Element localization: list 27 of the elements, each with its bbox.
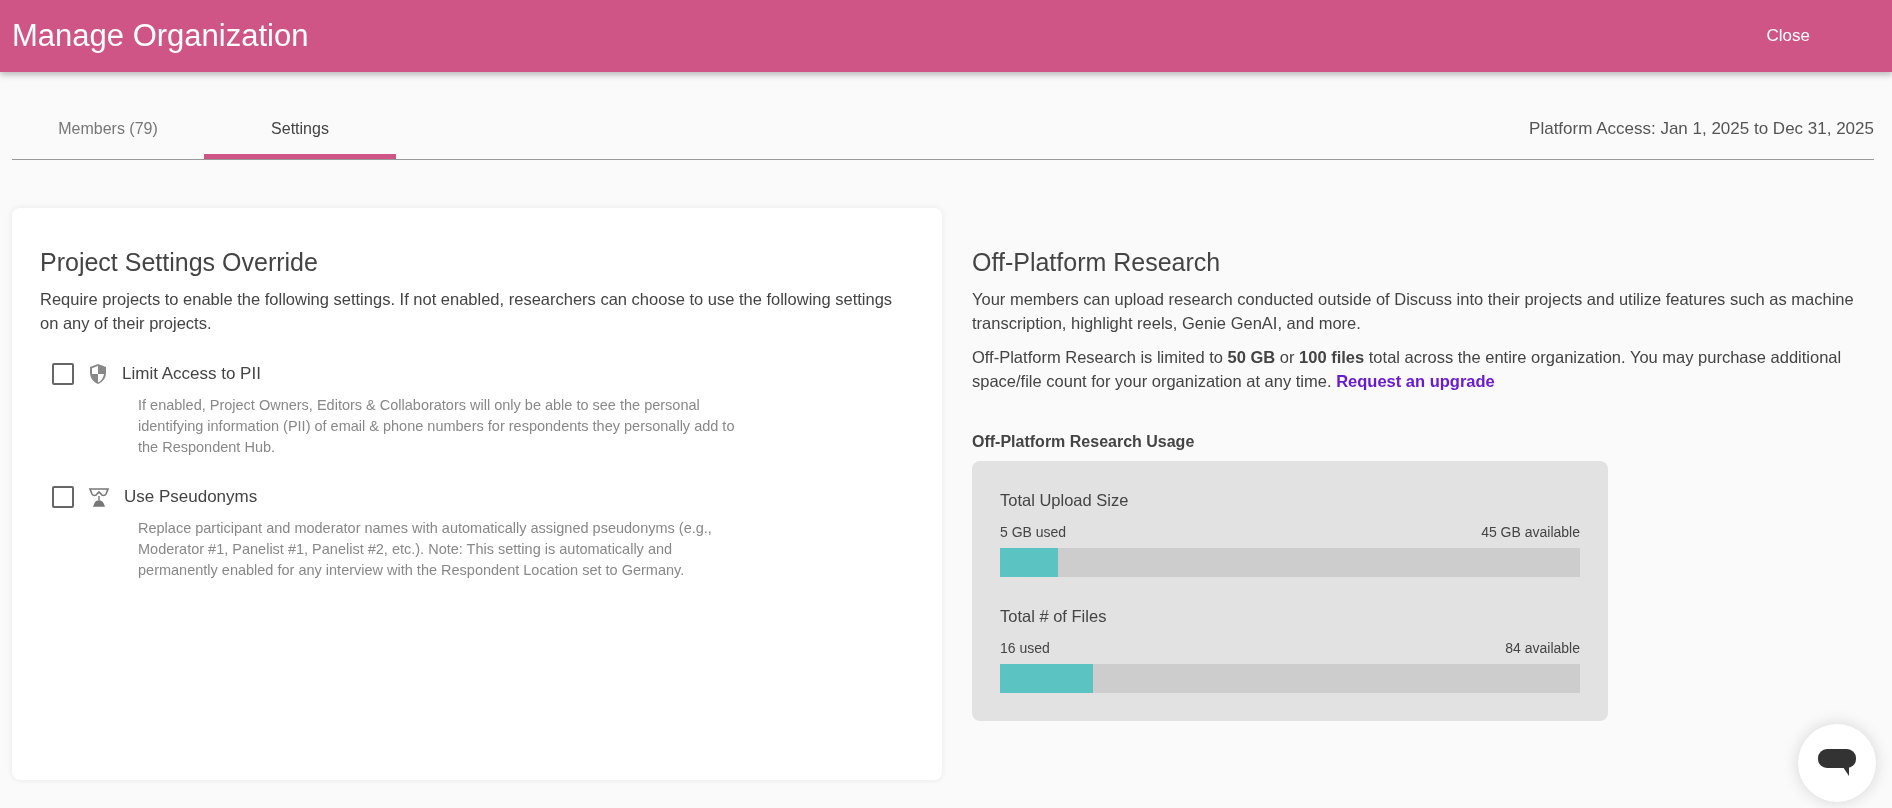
section-title: Project Settings Override [40,248,319,277]
platform-access-text: Platform Access: Jan 1, 2025 to Dec 31, 2025 [1529,119,1874,140]
chat-bubble-icon [1817,748,1857,778]
usage-title: Off-Platform Research Usage [972,433,1196,451]
close-button[interactable]: Close [1756,20,1820,52]
used-text: 5 GB used [1000,524,1067,540]
limit-description: Off-Platform Research is limited to 50 GB or 100 files total across the entire organization. You may purchase additional space/file count for your organization at any time. Request an upgrade [972,347,1843,392]
available-text: 45 GB available [1481,524,1580,540]
section-description: Require projects to enable the following settings. If not enabled, researchers can choose to use the following settings on any of their projects. [40,289,894,334]
section-title: Off-Platform Research [972,248,1222,277]
mask-icon [88,486,110,508]
checkbox[interactable] [52,363,74,385]
meter-label: Total # of Files [1000,607,1108,626]
used-text: 16 used [1000,640,1050,656]
checkbox[interactable] [52,486,74,508]
tab[interactable]: Members (79) [12,110,204,159]
section-description: Your members can upload research conducted outside of Discuss into their projects and utilize features such as machine transcription, highlight reels, Genie GenAI, and more. [972,289,1855,334]
page-title: Manage Organization [12,18,309,54]
option-description: If enabled, Project Owners, Editors & Collaborators will only be able to see the personal identifying information (PII) of email & phone numbers for respondents they personally add to the Respondent Hub. [138,396,736,457]
request-upgrade-link[interactable]: Request an upgrade [1336,372,1495,390]
option-label: Limit Access to PII [122,364,261,384]
shield-icon [88,363,108,385]
tab[interactable]: Settings [204,110,396,159]
option-label: Use Pseudonyms [124,487,258,507]
meter-label: Total Upload Size [1000,491,1130,510]
available-text: 84 available [1505,640,1580,656]
option-description: Replace participant and moderator names with automatically assigned pseudonyms (e.g., Moderator #1, Panelist #1, Panelist #2, etc.). Note: This setting is automatically and permanently enabled for any interview with the Respondent Location set to Germany. [138,519,713,580]
